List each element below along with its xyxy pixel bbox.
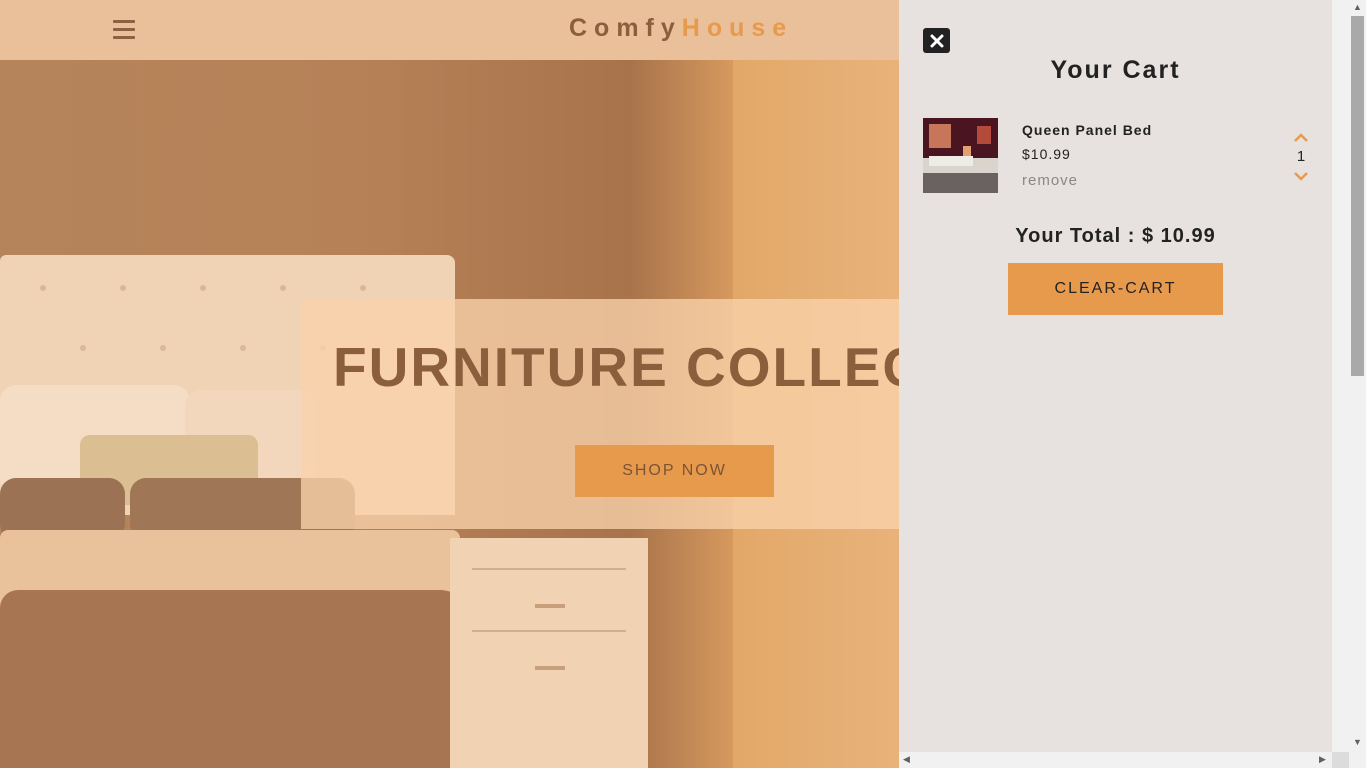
- cart-item-quantity: 1: [1296, 148, 1306, 165]
- clear-cart-button[interactable]: CLEAR-CART: [1008, 263, 1223, 315]
- cart-item-image: [923, 118, 998, 193]
- decrease-quantity-button[interactable]: [1293, 169, 1309, 181]
- cart-total: Your Total : $ 10.99: [1015, 225, 1216, 247]
- background-page: ComfyHouse FURNITURE COLLECTION SHOP NOW: [0, 0, 899, 768]
- cart-title: Your Cart: [1050, 56, 1181, 84]
- hero-banner: FURNITURE COLLECTION SHOP NOW: [301, 299, 899, 529]
- remove-item-link[interactable]: remove: [1022, 172, 1078, 189]
- hero-title: FURNITURE COLLECTION: [333, 336, 899, 398]
- scroll-up-arrow-icon[interactable]: ▲: [1353, 3, 1362, 12]
- navbar: ComfyHouse: [0, 0, 899, 60]
- hamburger-icon[interactable]: [113, 20, 135, 40]
- hero-nightstand: [450, 538, 648, 768]
- shop-now-button[interactable]: SHOP NOW: [575, 445, 774, 497]
- cart-horizontal-scrollbar[interactable]: ◀ ▶: [899, 752, 1332, 768]
- cart-vertical-scrollbar[interactable]: [1332, 0, 1349, 752]
- cart-panel: Your Cart Queen Panel Bed $10.99 remove …: [899, 0, 1332, 752]
- logo-part-1: Comfy: [569, 14, 682, 42]
- scrollbar-corner: [1332, 752, 1349, 768]
- increase-quantity-button[interactable]: [1293, 131, 1309, 143]
- logo-part-2: House: [681, 14, 794, 42]
- scroll-left-arrow-icon[interactable]: ◀: [903, 755, 910, 764]
- chevron-down-icon: [1294, 172, 1308, 181]
- scroll-right-arrow-icon[interactable]: ▶: [1319, 755, 1326, 764]
- cart-item-price: $10.99: [1022, 146, 1071, 162]
- logo[interactable]: ComfyHouse: [569, 14, 793, 43]
- close-icon: [930, 34, 943, 47]
- close-cart-button[interactable]: [923, 28, 950, 53]
- hero-blanket: [0, 590, 470, 768]
- chevron-up-icon: [1294, 133, 1308, 142]
- page-scrollbar-thumb[interactable]: [1351, 16, 1364, 376]
- scroll-down-arrow-icon[interactable]: ▼: [1353, 738, 1362, 747]
- cart-item-name: Queen Panel Bed: [1022, 122, 1153, 138]
